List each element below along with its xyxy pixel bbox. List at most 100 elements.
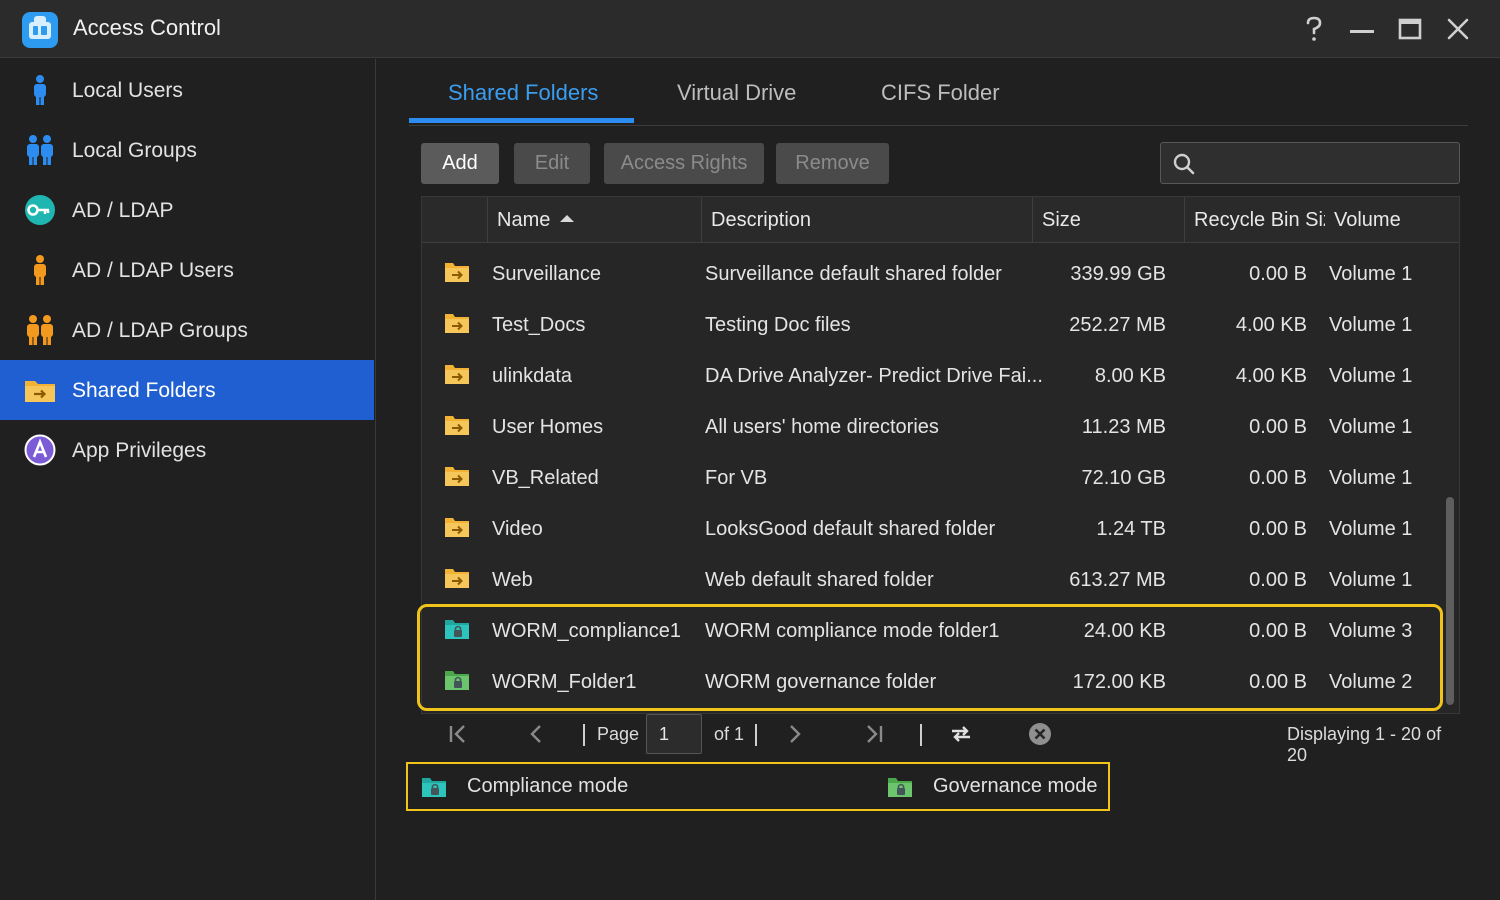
clear-filter-icon[interactable]	[1028, 722, 1052, 746]
table-row[interactable]: VB_Related For VB 72.10 GB 0.00 B Volume 1	[422, 453, 1442, 504]
column-header-volume[interactable]: Volume	[1325, 197, 1459, 243]
shared-folder-icon	[445, 416, 469, 435]
last-page-icon[interactable]	[862, 722, 886, 746]
sidebar-item-ad-ldap-groups[interactable]: AD / LDAP Groups	[0, 300, 374, 360]
tab-virtual-drive[interactable]: Virtual Drive	[677, 80, 796, 106]
sort-ascending-icon	[560, 215, 575, 222]
cell-description: DA Drive Analyzer- Predict Drive Fai...	[705, 365, 1043, 387]
compliance-mode-folder-icon	[422, 778, 446, 797]
table-row[interactable]: Surveillance Surveillance default shared …	[422, 249, 1442, 300]
refresh-icon[interactable]	[949, 722, 973, 746]
governance-mode-label: Governance mode	[933, 775, 1098, 797]
sidebar-item-ad-ldap-users[interactable]: AD / LDAP Users	[0, 240, 374, 300]
sidebar-item-label: Local Users	[72, 79, 183, 102]
cell-name: Web	[492, 569, 533, 591]
cell-name: VB_Related	[492, 467, 599, 489]
sidebar-item-label: App Privileges	[72, 439, 207, 462]
sidebar: Local Users Local Groups AD / LDAP AD / …	[0, 59, 376, 900]
cell-name: Surveillance	[492, 263, 601, 285]
sidebar-item-app-privileges[interactable]: App Privileges	[0, 420, 374, 480]
cell-size: 72.10 GB	[1081, 467, 1166, 489]
title-bar: Access Control	[0, 0, 1500, 58]
sidebar-item-local-users[interactable]: Local Users	[0, 60, 374, 120]
page-number-input[interactable]	[646, 714, 702, 754]
sidebar-item-label: Local Groups	[72, 139, 197, 162]
previous-page-icon[interactable]	[525, 722, 549, 746]
table-row[interactable]: User Homes All users' home directories 11.…	[422, 402, 1442, 453]
table-row[interactable]: Video LooksGood default shared folder 1.24…	[422, 504, 1442, 555]
first-page-icon[interactable]	[446, 722, 470, 746]
column-header-size[interactable]: Size	[1032, 197, 1184, 243]
cell-description: For VB	[705, 467, 768, 489]
governance-mode-folder-icon	[888, 778, 912, 797]
cell-recycle-bin-size: 4.00 KB	[1235, 365, 1307, 387]
cell-recycle-bin-size: 0.00 B	[1249, 467, 1307, 489]
cell-description: LooksGood default shared folder	[705, 518, 996, 540]
ad-user-icon	[34, 255, 46, 285]
key-icon	[25, 195, 55, 225]
minimize-icon[interactable]	[1347, 14, 1377, 44]
tab-shared-folders[interactable]: Shared Folders	[448, 80, 598, 106]
access-control-app-icon	[22, 12, 58, 48]
worm-mode-legend: Compliance mode Governance mode	[406, 762, 1110, 811]
close-icon[interactable]	[1443, 14, 1473, 44]
maximize-icon[interactable]	[1395, 14, 1425, 44]
search-icon	[1173, 153, 1195, 175]
app-privileges-icon	[24, 434, 56, 466]
cell-size: 339.99 GB	[1070, 263, 1166, 285]
ad-group-icon	[27, 315, 53, 345]
column-header-description[interactable]: Description	[701, 197, 1032, 243]
sidebar-item-local-groups[interactable]: Local Groups	[0, 120, 374, 180]
cell-volume: Volume 1	[1329, 569, 1413, 591]
column-header-name[interactable]: Name	[487, 197, 701, 243]
search-box	[1160, 142, 1460, 184]
group-icon	[27, 135, 53, 165]
tab-bar: Shared Folders Virtual Drive CIFS Folder	[409, 60, 1468, 126]
worm-folders-highlight	[417, 604, 1443, 711]
cell-description: Web default shared folder	[705, 569, 934, 591]
sidebar-item-label: AD / LDAP Groups	[72, 319, 248, 342]
table-scrollbar[interactable]	[1446, 497, 1454, 705]
shared-folder-icon	[445, 518, 469, 537]
cell-name: User Homes	[492, 416, 604, 438]
shared-folder-icon	[445, 467, 469, 486]
page-of-label: of 1	[714, 724, 745, 744]
table-row[interactable]: Web Web default shared folder 613.27 MB 0.0…	[422, 555, 1442, 606]
pagination-bar: Page of 1 Displaying 1 - 20 of 20	[421, 714, 1460, 765]
edit-button[interactable]: Edit	[514, 143, 590, 184]
cell-volume: Volume 1	[1329, 467, 1413, 489]
column-header-recycle-bin-size[interactable]: Recycle Bin Size	[1184, 197, 1325, 243]
page-label: Page	[597, 724, 640, 744]
remove-button[interactable]: Remove	[776, 143, 889, 184]
add-button[interactable]: Add	[421, 143, 499, 184]
sidebar-item-ad-ldap[interactable]: AD / LDAP	[0, 180, 374, 240]
cell-recycle-bin-size: 0.00 B	[1249, 518, 1307, 540]
cell-size: 252.27 MB	[1069, 314, 1166, 336]
cell-name: Video	[492, 518, 543, 540]
search-input[interactable]	[1205, 149, 1445, 177]
question-mark-icon[interactable]	[1299, 14, 1329, 44]
shared-folder-icon	[445, 365, 469, 384]
cell-name: Test_Docs	[492, 314, 586, 336]
cell-volume: Volume 1	[1329, 518, 1413, 540]
next-page-icon[interactable]	[782, 722, 806, 746]
table-row[interactable]: ulinkdata DA Drive Analyzer- Predict Driv…	[422, 351, 1442, 402]
cell-name: ulinkdata	[492, 365, 573, 387]
tab-cifs-folder[interactable]: CIFS Folder	[881, 80, 1000, 106]
access-rights-button[interactable]: Access Rights	[604, 143, 764, 184]
compliance-mode-label: Compliance mode	[467, 775, 629, 797]
sidebar-item-label: Shared Folders	[72, 379, 216, 402]
cell-size: 1.24 TB	[1096, 518, 1166, 540]
cell-volume: Volume 1	[1329, 314, 1413, 336]
cell-recycle-bin-size: 0.00 B	[1249, 416, 1307, 438]
cell-size: 613.27 MB	[1069, 569, 1166, 591]
cell-size: 11.23 MB	[1081, 416, 1166, 438]
table-row[interactable]: Test_Docs Testing Doc files 252.27 MB 4.00 …	[422, 300, 1442, 351]
active-tab-indicator	[409, 118, 634, 123]
cell-size: 8.00 KB	[1094, 365, 1166, 387]
cell-volume: Volume 1	[1329, 365, 1413, 387]
cell-description: Surveillance default shared folder	[705, 263, 1002, 285]
display-count-text: Displaying 1 - 20 of 20	[1287, 724, 1442, 765]
sidebar-item-shared-folders[interactable]: Shared Folders	[0, 360, 374, 420]
cell-volume: Volume 1	[1329, 416, 1413, 438]
